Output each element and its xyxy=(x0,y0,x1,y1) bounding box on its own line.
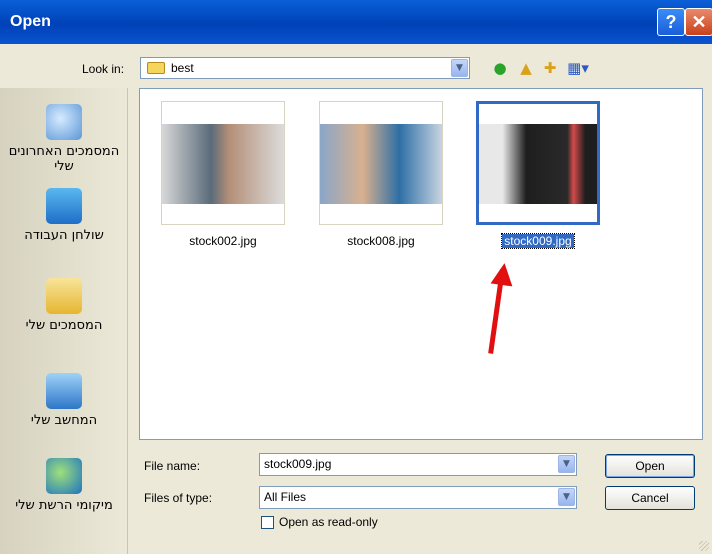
place-label: המסמכים שלי xyxy=(25,318,103,333)
place-label: מיקומי הרשת שלי xyxy=(15,498,113,513)
new-folder-icon[interactable]: ✚ xyxy=(540,58,560,78)
file-list[interactable]: stock002.jpg stock008.jpg stock009.jpg xyxy=(139,88,703,440)
file-thumbnail-selected[interactable] xyxy=(476,101,600,225)
place-label: המחשב שלי xyxy=(30,413,98,428)
network-places-icon xyxy=(46,458,82,494)
place-my-computer[interactable]: המחשב שלי xyxy=(0,373,128,428)
places-bar: המסמכים האחרונים שלי שולחן העבודה המסמכי… xyxy=(0,88,128,554)
read-only-label[interactable]: Open as read-only xyxy=(279,515,378,529)
look-in-value: best xyxy=(171,61,194,75)
look-in-label: Look in: xyxy=(82,62,125,76)
chevron-down-icon[interactable]: ▼ xyxy=(558,488,575,506)
file-type-dropdown[interactable]: All Files ▼ xyxy=(259,486,577,509)
place-label: שולחן העבודה xyxy=(24,228,104,243)
file-name-field[interactable]: stock009.jpg ▼ xyxy=(259,453,577,476)
file-name-label-selected[interactable]: stock009.jpg xyxy=(476,233,600,249)
open-button[interactable]: Open xyxy=(605,454,695,478)
file-name-label[interactable]: stock008.jpg xyxy=(319,234,443,248)
resize-grip[interactable] xyxy=(699,541,709,551)
file-thumbnail[interactable] xyxy=(319,101,443,225)
recent-documents-icon xyxy=(46,104,82,140)
cancel-button[interactable]: Cancel xyxy=(605,486,695,510)
my-computer-icon xyxy=(46,373,82,409)
place-my-documents[interactable]: המסמכים שלי xyxy=(0,278,128,333)
chevron-down-icon[interactable]: ▼ xyxy=(451,59,468,77)
help-button[interactable]: ? xyxy=(657,8,685,36)
place-desktop[interactable]: שולחן העבודה xyxy=(0,188,128,243)
views-menu-icon[interactable]: ▦▾ xyxy=(566,58,590,78)
read-only-checkbox[interactable] xyxy=(261,516,274,529)
folder-icon xyxy=(147,62,165,74)
annotation-arrow-head xyxy=(490,261,516,287)
window-title: Open xyxy=(10,13,51,30)
title-bar[interactable]: Open ? ✕ xyxy=(0,0,712,44)
look-in-dropdown[interactable]: best ▼ xyxy=(140,57,470,79)
thumbnail-image xyxy=(320,124,442,204)
place-recent-documents[interactable]: המסמכים האחרונים שלי xyxy=(0,104,128,174)
file-name-label[interactable]: stock002.jpg xyxy=(161,234,285,248)
file-name-label: File name: xyxy=(144,459,201,473)
my-documents-icon xyxy=(46,278,82,314)
chevron-down-icon[interactable]: ▼ xyxy=(558,455,575,473)
file-type-value: All Files xyxy=(264,490,307,504)
place-network[interactable]: מיקומי הרשת שלי xyxy=(0,458,128,513)
up-folder-icon[interactable]: ▲ xyxy=(516,58,536,78)
file-name-value: stock009.jpg xyxy=(264,457,332,471)
desktop-icon xyxy=(46,188,82,224)
back-icon[interactable]: ● xyxy=(490,58,510,78)
close-button[interactable]: ✕ xyxy=(685,8,712,36)
thumbnail-image xyxy=(162,124,284,204)
place-label: המסמכים האחרונים שלי xyxy=(8,144,120,174)
file-thumbnail[interactable] xyxy=(161,101,285,225)
thumbnail-image xyxy=(479,124,597,204)
file-type-label: Files of type: xyxy=(144,491,213,505)
